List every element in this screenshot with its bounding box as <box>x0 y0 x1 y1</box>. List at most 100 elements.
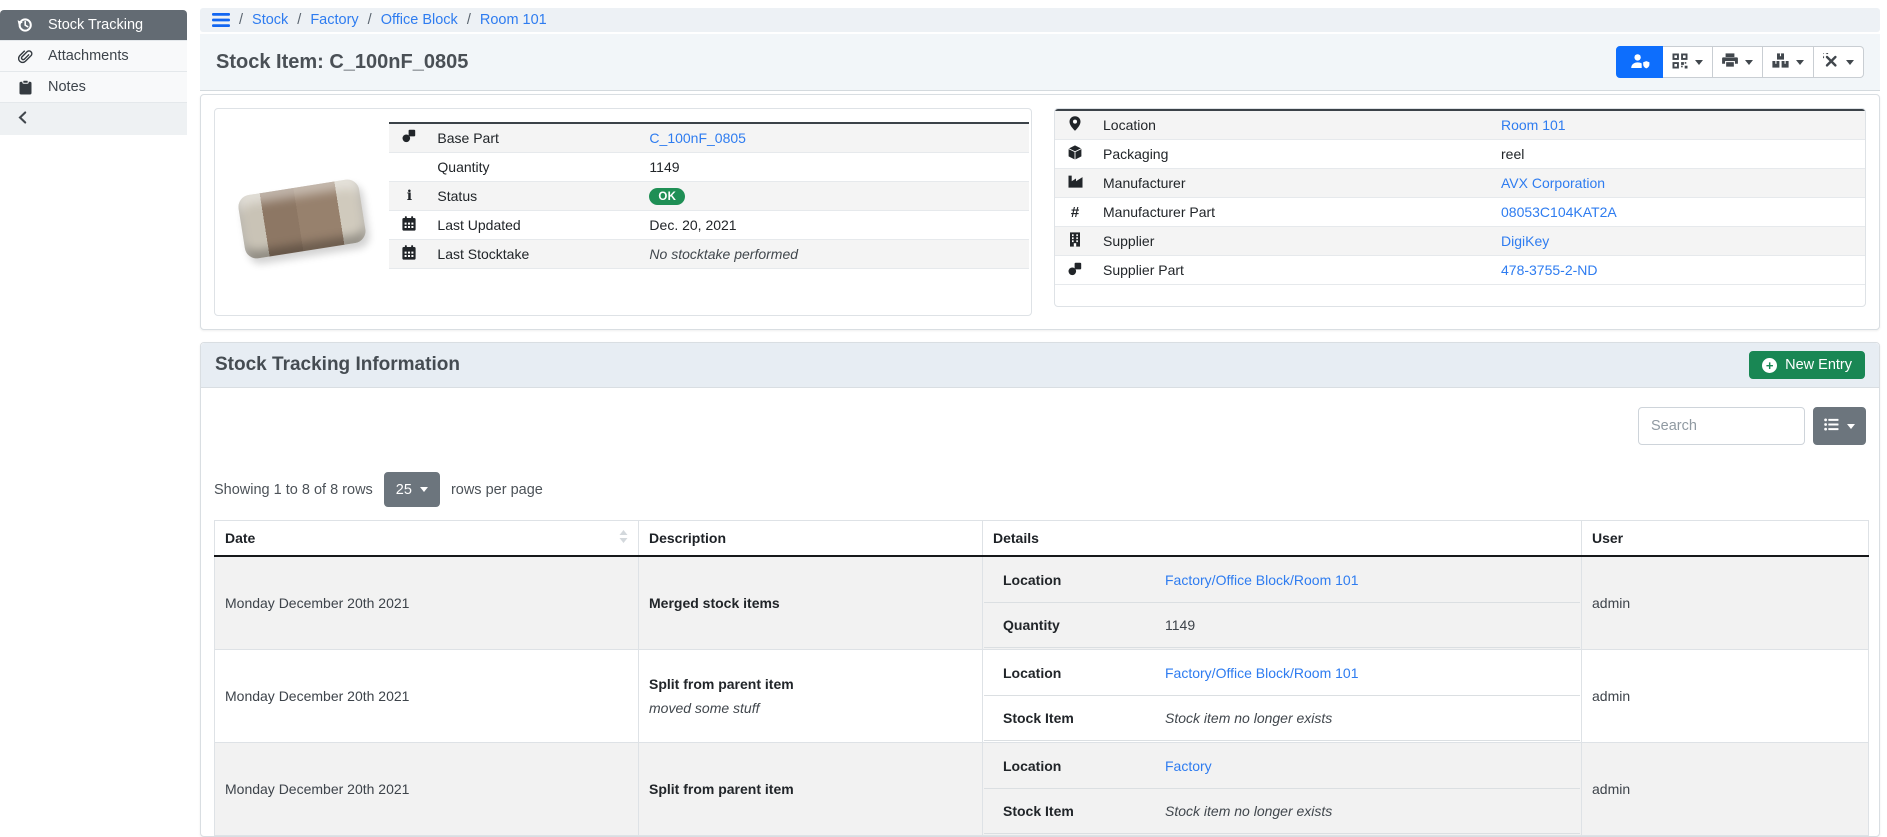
row-date: Monday December 20th 2021 <box>215 556 639 650</box>
base-part-link[interactable]: C_100nF_0805 <box>649 130 746 146</box>
tracking-row[interactable]: Monday December 20th 2021 Merged stock i… <box>215 556 1869 650</box>
stock-actions-button[interactable] <box>1763 46 1814 78</box>
paperclip-icon <box>15 49 35 64</box>
row-note: moved some stuff <box>649 700 972 716</box>
search-input[interactable] <box>1638 407 1805 445</box>
chevron-left-icon <box>17 111 29 127</box>
column-header-user[interactable]: User <box>1582 521 1869 557</box>
breadcrumb-separator: / <box>368 12 372 28</box>
page-size-dropdown[interactable]: 25 <box>384 472 440 507</box>
field-label: Supplier Part <box>1095 256 1493 285</box>
breadcrumb-link-factory[interactable]: Factory <box>310 12 358 28</box>
detail-location-link[interactable]: Factory <box>1165 758 1212 774</box>
box-icon <box>1055 140 1095 169</box>
sidebar-item-stock-tracking[interactable]: Stock Tracking <box>0 10 187 41</box>
manufacturer-link[interactable]: AVX Corporation <box>1501 175 1605 191</box>
menu-icon[interactable] <box>212 13 230 27</box>
page-size-value: 25 <box>396 482 412 498</box>
field-label: Status <box>429 181 641 211</box>
field-label: Location <box>1095 110 1493 140</box>
chevron-down-icon <box>420 487 428 492</box>
field-label: Quantity <box>429 152 641 181</box>
printer-icon <box>1722 53 1738 71</box>
rows-per-page-text: rows per page <box>451 482 543 498</box>
barcode-actions-button[interactable] <box>1663 46 1713 78</box>
sidebar-collapse-button[interactable] <box>0 103 187 135</box>
sidebar-item-label: Attachments <box>48 48 129 64</box>
chevron-down-icon <box>1847 424 1855 429</box>
user-shield-icon <box>1630 53 1650 72</box>
print-actions-button[interactable] <box>1713 46 1763 78</box>
info-icon: i <box>389 181 429 211</box>
stock-tracking-card: Stock Tracking Information + New Entry S… <box>200 342 1880 837</box>
stock-item-details-card: Base Part C_100nF_0805 Quantity 1149 i S… <box>200 94 1880 330</box>
part-thumbnail <box>215 122 389 315</box>
table-row: Location Room 101 <box>1055 110 1865 140</box>
qrcode-icon <box>1672 53 1688 72</box>
map-pin-icon <box>1055 110 1095 140</box>
detail-label: Location <box>1003 665 1165 681</box>
chevron-down-icon <box>1745 60 1753 65</box>
table-controls <box>214 407 1866 445</box>
breadcrumb-link-stock[interactable]: Stock <box>252 12 288 28</box>
row-user: admin <box>1582 743 1869 836</box>
row-description: Merged stock items <box>649 595 972 611</box>
tracking-row[interactable]: Monday December 20th 2021 Split from par… <box>215 743 1869 836</box>
manufacturer-part-link[interactable]: 08053C104KAT2A <box>1501 204 1617 220</box>
supplier-link[interactable]: DigiKey <box>1501 233 1549 249</box>
sidebar-item-label: Notes <box>48 79 86 95</box>
location-link[interactable]: Room 101 <box>1501 117 1566 133</box>
table-row: Last Stocktake No stocktake performed <box>389 240 1029 269</box>
table-row: Packaging reel <box>1055 140 1865 169</box>
sort-icon <box>619 530 628 546</box>
new-entry-button[interactable]: + New Entry <box>1749 351 1865 379</box>
history-icon <box>15 17 35 33</box>
breadcrumb: / Stock / Factory / Office Block / Room … <box>200 8 1880 32</box>
sidebar-item-notes[interactable]: Notes <box>0 72 187 103</box>
calendar-icon <box>389 211 429 240</box>
new-entry-label: New Entry <box>1785 357 1852 373</box>
detail-label: Location <box>1003 758 1165 774</box>
detail-label: Stock Item <box>1003 710 1165 726</box>
stock-item-actions-button[interactable] <box>1814 46 1864 78</box>
breadcrumb-separator: / <box>297 12 301 28</box>
shapes-icon <box>1055 256 1095 285</box>
row-description: Split from parent item <box>649 781 972 797</box>
detail-location-link[interactable]: Factory/Office Block/Room 101 <box>1165 665 1358 681</box>
packaging-value: reel <box>1493 140 1865 169</box>
detail-label: Location <box>1003 572 1165 588</box>
field-label: Last Stocktake <box>429 240 641 269</box>
field-label: Base Part <box>429 123 641 152</box>
column-header-date[interactable]: Date <box>215 521 639 557</box>
title-bar: Stock Item: C_100nF_0805 <box>200 34 1880 91</box>
table-row: Base Part C_100nF_0805 <box>389 123 1029 152</box>
table-header-row: Date Description Details User <box>215 521 1869 557</box>
row-description: Split from parent item <box>649 676 972 692</box>
tracking-row[interactable]: Monday December 20th 2021 Split from par… <box>215 650 1869 743</box>
field-label: Supplier <box>1095 227 1493 256</box>
columns-dropdown-button[interactable] <box>1813 407 1866 445</box>
detail-label: Stock Item <box>1003 803 1165 819</box>
detail-location-link[interactable]: Factory/Office Block/Room 101 <box>1165 572 1358 588</box>
admin-button[interactable] <box>1616 46 1663 78</box>
breadcrumb-link-room-101[interactable]: Room 101 <box>480 12 547 28</box>
row-date: Monday December 20th 2021 <box>215 650 639 743</box>
tools-icon <box>1823 53 1839 72</box>
detail-value: 1149 <box>1165 617 1195 633</box>
tracking-table: Date Description Details User Monday Dec… <box>214 520 1869 836</box>
table-row: Supplier DigiKey <box>1055 227 1865 256</box>
sidebar-item-label: Stock Tracking <box>48 17 143 33</box>
plus-circle-icon: + <box>1762 358 1777 373</box>
chevron-down-icon <box>1796 60 1804 65</box>
panel-body: Showing 1 to 8 of 8 rows 25 rows per pag… <box>201 388 1879 836</box>
list-columns-icon <box>1824 418 1839 434</box>
column-header-details[interactable]: Details <box>983 521 1582 557</box>
column-header-description[interactable]: Description <box>639 521 983 557</box>
boxes-icon <box>1772 53 1789 71</box>
field-label: Packaging <box>1095 140 1493 169</box>
breadcrumb-link-office-block[interactable]: Office Block <box>381 12 458 28</box>
sidebar-item-attachments[interactable]: Attachments <box>0 41 187 72</box>
supplier-part-link[interactable]: 478-3755-2-ND <box>1501 262 1598 278</box>
detail-row: Location Factory/Office Block/Room 101 <box>984 651 1580 696</box>
sidebar: Stock Tracking Attachments Notes <box>0 10 187 135</box>
